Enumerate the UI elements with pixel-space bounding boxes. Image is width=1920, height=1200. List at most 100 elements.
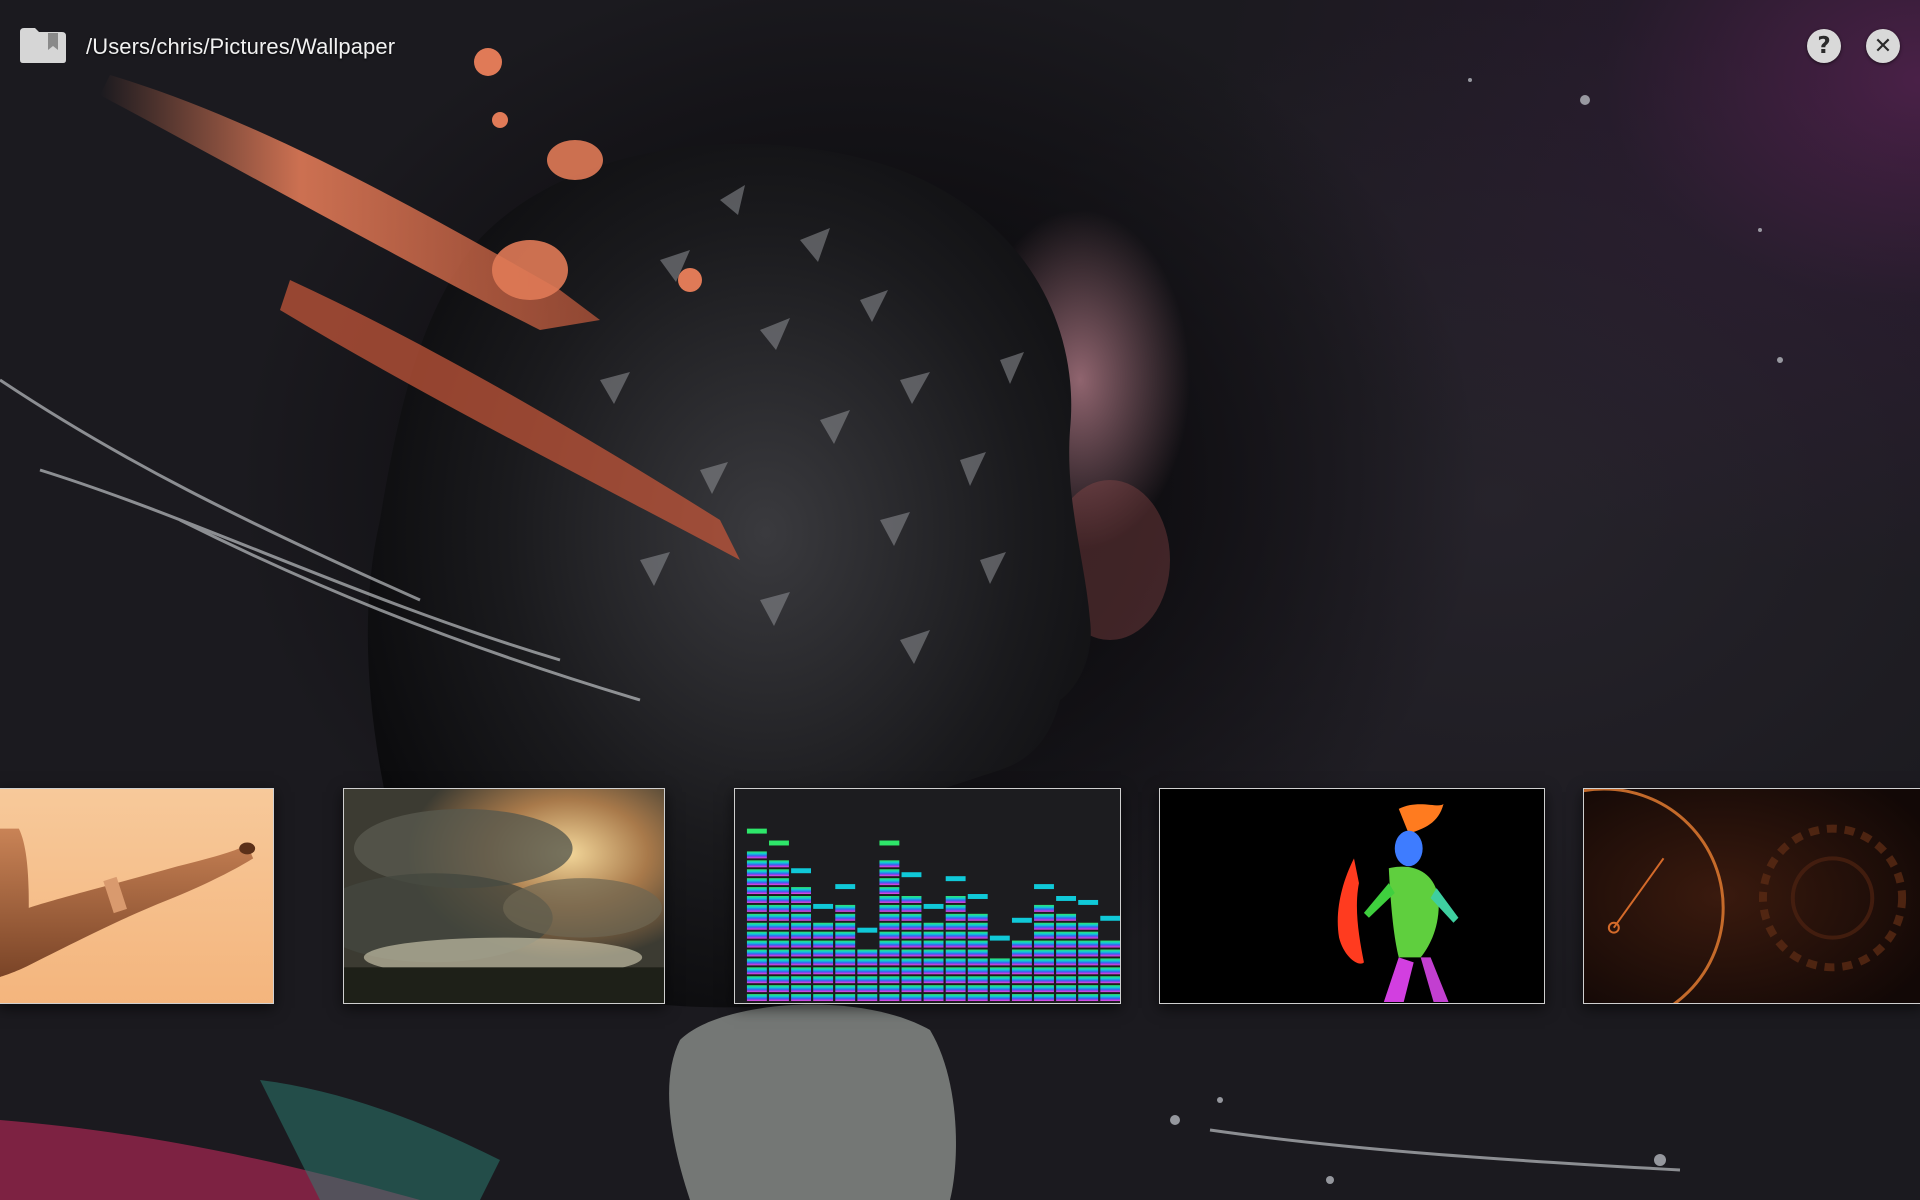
equalizer-segment bbox=[879, 860, 900, 868]
equalizer-peak bbox=[1011, 917, 1032, 923]
equalizer-segment bbox=[1034, 913, 1054, 921]
thumbnail-clock-gears[interactable] bbox=[1583, 788, 1920, 1004]
equalizer-segment bbox=[901, 931, 922, 939]
equalizer-peak bbox=[857, 927, 878, 933]
equalizer-segment bbox=[857, 958, 878, 966]
equalizer-segment bbox=[746, 994, 767, 1002]
equalizer-segment bbox=[835, 931, 856, 939]
equalizer-segment bbox=[1078, 976, 1099, 984]
equalizer-segment bbox=[769, 967, 789, 975]
thumbnail-neon-warrior[interactable] bbox=[1159, 788, 1545, 1004]
equalizer-segment bbox=[1011, 958, 1032, 966]
thumbnail-strip bbox=[0, 788, 1920, 1008]
equalizer-segment bbox=[791, 931, 812, 939]
equalizer-peak bbox=[769, 840, 789, 846]
equalizer-segment bbox=[879, 940, 900, 948]
equalizer-segment bbox=[769, 878, 789, 886]
equalizer-segment bbox=[879, 994, 900, 1002]
equalizer-segment bbox=[901, 976, 922, 984]
equalizer-segment bbox=[857, 949, 878, 957]
equalizer-segment bbox=[791, 985, 812, 993]
equalizer-segment bbox=[923, 976, 944, 984]
equalizer-segment bbox=[813, 967, 834, 975]
equalizer-segment bbox=[813, 958, 834, 966]
equalizer-segment bbox=[746, 976, 767, 984]
equalizer-segment bbox=[791, 976, 812, 984]
equalizer-segment bbox=[746, 913, 767, 921]
equalizer-segment bbox=[901, 958, 922, 966]
equalizer-segment bbox=[791, 967, 812, 975]
folder-bookmark-icon[interactable] bbox=[18, 26, 68, 64]
equalizer-segment bbox=[901, 994, 922, 1002]
thumbnail-storm-battle[interactable] bbox=[343, 788, 665, 1004]
equalizer-segment bbox=[1078, 931, 1099, 939]
equalizer-segment bbox=[1034, 976, 1054, 984]
thumbnail-equalizer[interactable] bbox=[734, 788, 1121, 1004]
equalizer-segment bbox=[769, 949, 789, 957]
equalizer-segment bbox=[1100, 958, 1120, 966]
equalizer-segment bbox=[879, 887, 900, 895]
equalizer-segment bbox=[1011, 985, 1032, 993]
equalizer-segment bbox=[813, 985, 834, 993]
equalizer-segment bbox=[835, 958, 856, 966]
equalizer-segment bbox=[945, 949, 966, 957]
equalizer-segment bbox=[746, 878, 767, 886]
equalizer-segment bbox=[923, 922, 944, 930]
equalizer-segment bbox=[769, 913, 789, 921]
equalizer-segment bbox=[835, 922, 856, 930]
thumbnail-pipe[interactable] bbox=[0, 788, 274, 1004]
equalizer-segment bbox=[879, 958, 900, 966]
equalizer-segment bbox=[813, 931, 834, 939]
equalizer-segment bbox=[791, 896, 812, 903]
equalizer-segment bbox=[923, 967, 944, 975]
help-button[interactable]: ? bbox=[1807, 29, 1841, 63]
equalizer-segment bbox=[923, 985, 944, 993]
equalizer-segment bbox=[967, 922, 988, 930]
equalizer-segment bbox=[1078, 994, 1099, 1002]
equalizer-segment bbox=[1034, 967, 1054, 975]
close-button[interactable]: ✕ bbox=[1866, 29, 1900, 63]
equalizer-segment bbox=[1011, 949, 1032, 957]
equalizer-segment bbox=[901, 896, 922, 903]
equalizer-peak bbox=[879, 840, 900, 846]
equalizer-segment bbox=[835, 913, 856, 921]
equalizer-segment bbox=[1034, 994, 1054, 1002]
equalizer-segment bbox=[989, 958, 1010, 966]
equalizer-segment bbox=[791, 904, 812, 912]
equalizer-segment bbox=[1078, 949, 1099, 957]
equalizer-segment bbox=[769, 976, 789, 984]
equalizer-segment bbox=[1056, 940, 1077, 948]
equalizer-segment bbox=[945, 922, 966, 930]
equalizer-peak bbox=[835, 884, 856, 890]
equalizer-segment bbox=[769, 940, 789, 948]
equalizer-segment bbox=[923, 994, 944, 1002]
wallpaper-background-image bbox=[0, 48, 1783, 1200]
equalizer-segment bbox=[967, 949, 988, 957]
equalizer-segment bbox=[967, 913, 988, 921]
equalizer-segment bbox=[1056, 913, 1077, 921]
equalizer-segment bbox=[967, 958, 988, 966]
equalizer-segment bbox=[769, 896, 789, 903]
equalizer-segment bbox=[901, 949, 922, 957]
equalizer-peak bbox=[813, 903, 834, 909]
neon-warrior-thumbnail-image bbox=[1160, 789, 1544, 1003]
equalizer-segment bbox=[1056, 931, 1077, 939]
equalizer-segment bbox=[1034, 931, 1054, 939]
equalizer-segment bbox=[901, 940, 922, 948]
equalizer-segment bbox=[791, 949, 812, 957]
equalizer-segment bbox=[769, 860, 789, 868]
clock-thumbnail-image bbox=[1584, 789, 1920, 1003]
equalizer-segment bbox=[923, 958, 944, 966]
equalizer-segment bbox=[1056, 949, 1077, 957]
equalizer-segment bbox=[746, 869, 767, 877]
folder-path-label: /Users/chris/Pictures/Wallpaper bbox=[86, 34, 396, 59]
equalizer-segment bbox=[945, 967, 966, 975]
equalizer-segment bbox=[989, 985, 1010, 993]
equalizer-peak bbox=[923, 903, 944, 909]
equalizer-segment bbox=[769, 985, 789, 993]
equalizer-segment bbox=[1056, 994, 1077, 1002]
equalizer-segment bbox=[813, 976, 834, 984]
equalizer-segment bbox=[945, 904, 966, 912]
equalizer-segment bbox=[746, 967, 767, 975]
equalizer-segment bbox=[857, 994, 878, 1002]
